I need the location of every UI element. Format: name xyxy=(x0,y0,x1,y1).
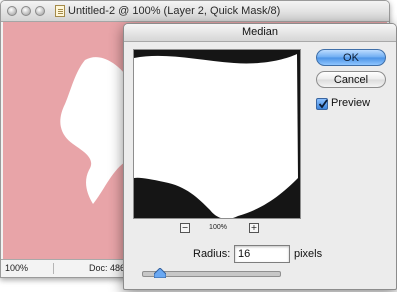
zoom-out-icon[interactable]: − xyxy=(180,223,190,233)
radius-slider-thumb[interactable] xyxy=(154,268,166,278)
preview-label[interactable]: Preview xyxy=(331,97,370,109)
radius-label: Radius: xyxy=(193,248,231,260)
status-doc-info[interactable]: Doc: 486. xyxy=(89,263,128,274)
close-light-icon[interactable] xyxy=(7,6,17,16)
preview-checkbox[interactable] xyxy=(316,98,328,110)
dialog-title[interactable]: Median xyxy=(124,24,396,42)
radius-units-label: pixels xyxy=(294,248,323,260)
status-zoom-field[interactable]: 100% xyxy=(5,263,54,274)
preview-zoom-level: 100% xyxy=(209,224,227,231)
ok-button[interactable]: OK xyxy=(316,49,386,66)
median-dialog: Median − 100% + OK Cancel Preview Radius… xyxy=(123,23,397,290)
minimize-light-icon[interactable] xyxy=(21,6,31,16)
checkmark-icon xyxy=(318,99,328,109)
document-titlebar[interactable]: Untitled-2 @ 100% (Layer 2, Quick Mask/8… xyxy=(1,1,389,22)
filter-preview-pane[interactable] xyxy=(133,49,301,219)
zoom-in-icon[interactable]: + xyxy=(249,223,259,233)
preview-image xyxy=(134,50,300,218)
document-proxy-icon[interactable] xyxy=(55,5,65,17)
zoom-light-icon[interactable] xyxy=(35,6,45,16)
document-title: Untitled-2 @ 100% (Layer 2, Quick Mask/8… xyxy=(68,5,281,17)
cancel-button[interactable]: Cancel xyxy=(316,71,386,88)
preview-zoom-controls: − 100% + xyxy=(133,221,301,235)
radius-input[interactable] xyxy=(234,245,290,263)
